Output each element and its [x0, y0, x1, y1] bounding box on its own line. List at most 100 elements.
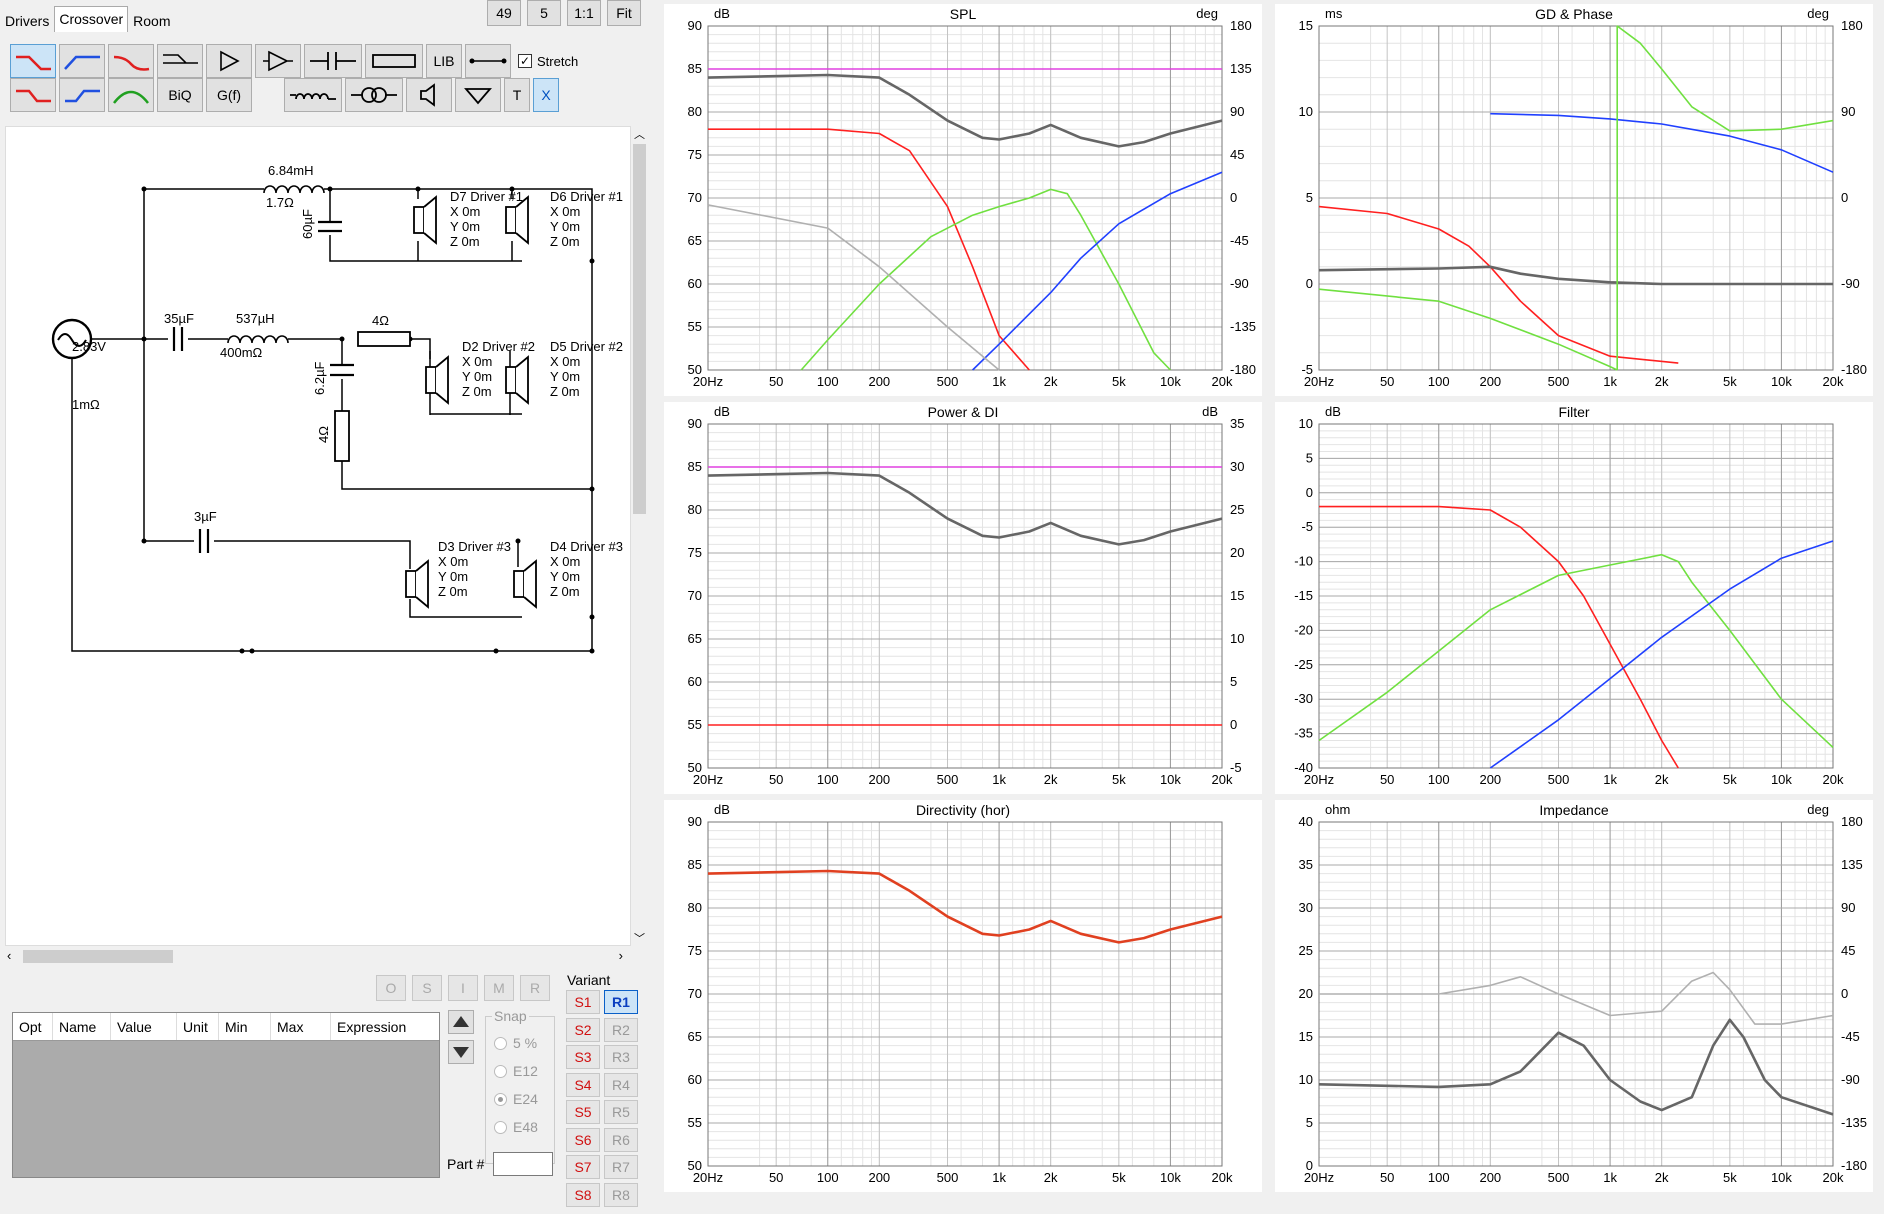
- variant-s2-button[interactable]: S2: [566, 1017, 600, 1042]
- snap-e48-radio[interactable]: E48: [494, 1119, 538, 1135]
- right-tick-label: 15: [1230, 588, 1244, 603]
- variant-r8-button[interactable]: R8: [604, 1182, 638, 1207]
- variant-s6-button[interactable]: S6: [566, 1127, 600, 1152]
- stretch-checkbox[interactable]: ✓ Stretch: [518, 44, 578, 78]
- resistor-button[interactable]: [365, 44, 423, 78]
- lowpass-red-button[interactable]: [10, 44, 56, 78]
- x-tick-label: 50: [769, 1170, 783, 1185]
- ground-button[interactable]: [455, 78, 501, 112]
- biquad-button[interactable]: BiQ: [157, 78, 203, 112]
- x-tick-label: 500: [1548, 772, 1570, 787]
- right-tick-label: -180: [1841, 362, 1867, 377]
- highpass-step-button[interactable]: [59, 78, 105, 112]
- tab-crossover[interactable]: Crossover: [54, 6, 129, 32]
- inductor-button[interactable]: [284, 78, 342, 112]
- transformer-button[interactable]: [345, 78, 403, 112]
- tab-room[interactable]: Room: [128, 8, 175, 32]
- x-tick-label: 5k: [1112, 1170, 1126, 1185]
- opt-m-button[interactable]: M: [484, 975, 514, 1001]
- right-tick-label: 90: [1841, 900, 1855, 915]
- variant-r5-button[interactable]: R5: [604, 1100, 638, 1124]
- schematic-vertical-scrollbar[interactable]: ︿ ﹀: [631, 126, 648, 946]
- lib-button[interactable]: LIB: [426, 44, 462, 78]
- plot-power-di[interactable]: 90 85 80 75 70 65 60 55 50 35 30 25 20 15 10 5 0 -5 20Hz 50…: [664, 402, 1262, 794]
- x-button[interactable]: X: [533, 78, 559, 112]
- opt-o-button[interactable]: O: [376, 975, 406, 1001]
- chevron-left-icon[interactable]: ‹: [7, 948, 11, 963]
- plot-impedance[interactable]: 40 35 30 25 20 15 10 5 0 180 135 90 45 0 -45 -90 -135 -18…: [1275, 800, 1873, 1192]
- variant-r6-button[interactable]: R6: [604, 1127, 638, 1152]
- speaker-button[interactable]: [406, 78, 452, 112]
- chevron-down-icon[interactable]: ﹀: [632, 930, 647, 946]
- chevron-right-icon[interactable]: ›: [619, 948, 623, 963]
- plot-canvas: 90858075706560555018013590450-45-90-135-…: [688, 18, 1257, 389]
- snap-5pct-radio[interactable]: 5 %: [494, 1035, 537, 1051]
- y-tick-label: 60: [688, 1072, 702, 1087]
- bandpass-button[interactable]: [108, 78, 154, 112]
- variant-s1-button[interactable]: S1: [566, 990, 600, 1014]
- variant-s8-button[interactable]: S8: [566, 1182, 600, 1207]
- y-tick-label: 85: [688, 61, 702, 76]
- plot-directivity-hor[interactable]: 90 85 80 75 70 65 60 55 50 20Hz 50 100 200 500 1k 2k 5k 1…: [664, 800, 1262, 1192]
- amplifier-button[interactable]: [255, 44, 301, 78]
- tab-drivers[interactable]: Drivers: [0, 8, 54, 32]
- svg-text:D7 Driver #1: D7 Driver #1: [450, 189, 523, 204]
- opt-r-button[interactable]: R: [520, 975, 550, 1001]
- svg-text:Y 0m: Y 0m: [550, 569, 580, 584]
- hscroll-thumb[interactable]: [23, 950, 173, 963]
- r2-label: 4Ω: [316, 426, 331, 443]
- snap-e24-radio[interactable]: E24: [494, 1091, 538, 1107]
- text-button[interactable]: T: [504, 78, 530, 112]
- x-tick-label: 20Hz: [693, 374, 723, 389]
- left-unit-label: ohm: [1325, 802, 1351, 817]
- wire-icon: [469, 58, 507, 64]
- opt-i-button[interactable]: I: [448, 975, 478, 1001]
- variant-s4-button[interactable]: S4: [566, 1072, 600, 1097]
- zoom-5-button[interactable]: 5: [527, 0, 561, 26]
- l1-label: 6.84mH: [268, 163, 314, 178]
- wire-button[interactable]: [465, 44, 511, 78]
- capacitor-button[interactable]: [304, 44, 362, 78]
- variant-label: Variant: [567, 972, 611, 988]
- variant-r1-button[interactable]: R1: [604, 990, 638, 1014]
- plot-canvas: 403530252015105018013590450-45-90-135-18…: [1299, 814, 1868, 1185]
- move-up-button[interactable]: [448, 1010, 474, 1034]
- variant-r3-button[interactable]: R3: [604, 1045, 638, 1069]
- snap-e12-radio[interactable]: E12: [494, 1063, 538, 1079]
- gf-button[interactable]: G(f): [206, 78, 252, 112]
- variant-s5-button[interactable]: S5: [566, 1100, 600, 1124]
- allpass-red-button[interactable]: [108, 44, 154, 78]
- right-tick-label: 45: [1230, 147, 1244, 162]
- zoom-49-button[interactable]: 49: [487, 0, 521, 26]
- shelf-button[interactable]: [157, 44, 203, 78]
- part-input[interactable]: [493, 1152, 553, 1176]
- highpass-blue-button[interactable]: [59, 44, 105, 78]
- variant-s7-button[interactable]: S7: [566, 1155, 600, 1179]
- crossover-schematic[interactable]: 6.84mH 1.7Ω 60µF 35µF 537µH 400mΩ 4Ω 6.2…: [5, 126, 631, 946]
- plot-spl[interactable]: 90 85 80 75 70 65 60 55 50 180 135 90 45 0 -45 -90 -135-…: [664, 4, 1262, 396]
- plot-gd-phase[interactable]: 15 10 5 0 -5 180 90 0 -90 -180 20Hz 50 100 200 500 1k 2k…: [1275, 4, 1873, 396]
- zoom-fit-button[interactable]: Fit: [607, 0, 641, 26]
- right-tick-label: 0: [1841, 986, 1848, 1001]
- lowpass-step-button[interactable]: [10, 78, 56, 112]
- move-down-button[interactable]: [448, 1040, 474, 1064]
- variant-r7-button[interactable]: R7: [604, 1155, 638, 1179]
- variant-r4-button[interactable]: R4: [604, 1072, 638, 1097]
- opt-s-button[interactable]: S: [412, 975, 442, 1001]
- snap-label: Snap: [492, 1008, 529, 1024]
- schematic-horizontal-scrollbar[interactable]: ‹ ›: [5, 948, 631, 965]
- variant-r2-button[interactable]: R2: [604, 1017, 638, 1042]
- zoom-1-1-button[interactable]: 1:1: [567, 0, 601, 26]
- right-tick-label: 0: [1230, 190, 1237, 205]
- plot-filter[interactable]: 10 5 0 -5 -10 -15 -20 -25 -30 -35 -40 20Hz 50 100 200 5…: [1275, 402, 1873, 794]
- x-tick-label: 20k: [1212, 772, 1233, 787]
- scroll-thumb[interactable]: [633, 144, 646, 514]
- variant-s3-button[interactable]: S3: [566, 1045, 600, 1069]
- series-line-gray: [1318, 1018, 1834, 1116]
- x-tick-label: 50: [1380, 1170, 1394, 1185]
- optimizer-table[interactable]: Opt Name Value Unit Min Max Expression: [12, 1012, 440, 1178]
- x-tick-label: 1k: [1603, 374, 1617, 389]
- y-tick-label: 5: [1306, 1115, 1313, 1130]
- chevron-up-icon[interactable]: ︿: [632, 126, 647, 142]
- buffer-button[interactable]: [206, 44, 252, 78]
